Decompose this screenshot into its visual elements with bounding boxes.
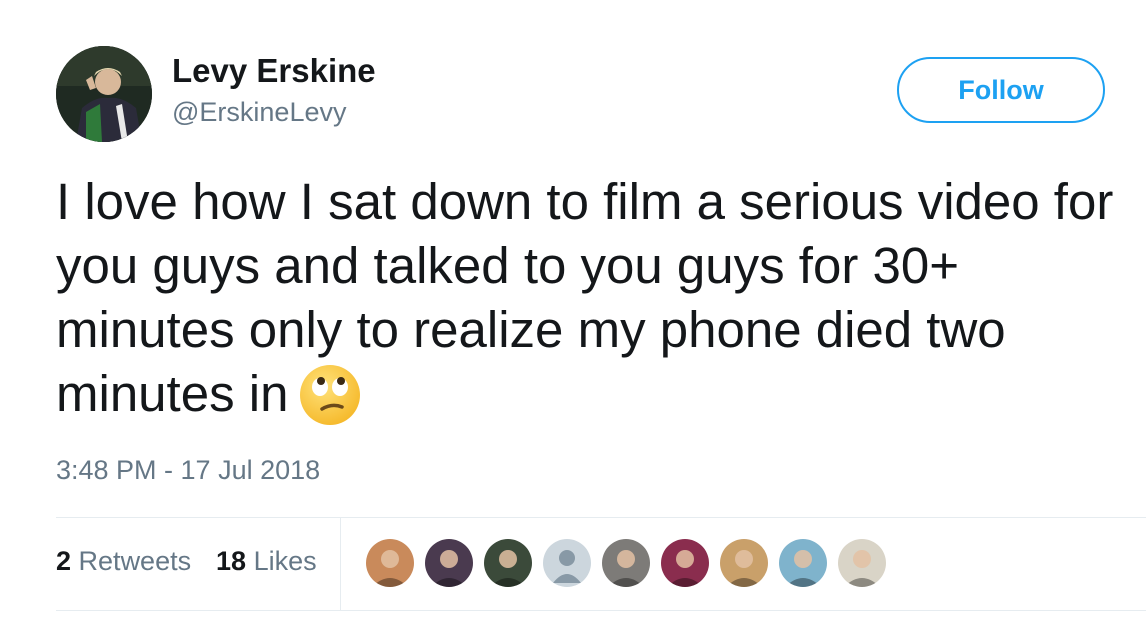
retweets-count: 2 [56, 546, 72, 576]
profile-photo-icon [366, 539, 414, 587]
default-avatar-icon [543, 539, 591, 587]
tweet-body: I love how I sat down to film a serious … [56, 173, 1114, 422]
stats-vertical-divider [340, 518, 341, 610]
stats-top-divider [56, 517, 1146, 518]
profile-photo-icon [425, 539, 473, 587]
profile-photo-icon [838, 539, 886, 587]
profile-photo-icon [56, 46, 152, 142]
tweet-text: I love how I sat down to film a serious … [56, 170, 1141, 427]
display-name[interactable]: Levy Erskine [172, 52, 376, 90]
tweet-timestamp[interactable]: 3:48 PM - 17 Jul 2018 [56, 455, 320, 486]
profile-photo-icon [661, 539, 709, 587]
liker-avatar-5[interactable] [602, 539, 650, 587]
liker-avatar-8[interactable] [779, 539, 827, 587]
profile-photo-icon [720, 539, 768, 587]
liker-avatar-9[interactable] [838, 539, 886, 587]
user-handle[interactable]: @ErskineLevy [172, 97, 346, 128]
profile-photo-icon [484, 539, 532, 587]
likes-stat[interactable]: 18 Likes [216, 546, 317, 577]
liker-avatar-2[interactable] [425, 539, 473, 587]
liker-avatar-1[interactable] [366, 539, 414, 587]
liker-avatar-6[interactable] [661, 539, 709, 587]
likes-count: 18 [216, 546, 247, 576]
profile-photo-icon [602, 539, 650, 587]
stats-bottom-divider [56, 610, 1146, 611]
follow-button[interactable]: Follow [897, 57, 1105, 123]
retweets-label: Retweets [78, 546, 192, 576]
liker-avatar-4[interactable] [543, 539, 591, 587]
liker-avatar-3[interactable] [484, 539, 532, 587]
profile-photo-icon [779, 539, 827, 587]
liker-avatar-7[interactable] [720, 539, 768, 587]
likes-label: Likes [253, 546, 317, 576]
face-with-rolling-eyes-icon [298, 363, 362, 427]
retweets-stat[interactable]: 2 Retweets [56, 546, 191, 577]
profile-avatar[interactable] [56, 46, 152, 142]
